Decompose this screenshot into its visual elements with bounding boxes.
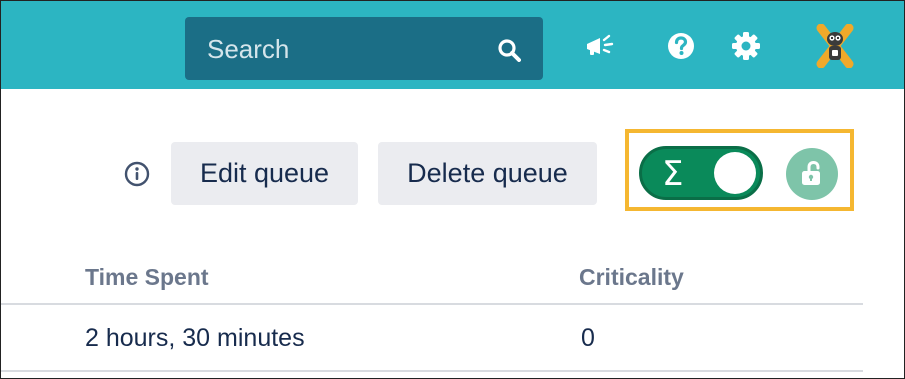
table-cell-time-spent: 2 hours, 30 minutes (85, 324, 305, 352)
unlock-button[interactable] (786, 148, 838, 200)
column-header-time-spent[interactable]: Time Spent (85, 263, 209, 291)
toggle-knob (714, 152, 756, 194)
unlock-icon (802, 160, 820, 185)
megaphone-icon[interactable] (584, 30, 616, 62)
top-navigation-bar: Search (1, 1, 904, 89)
gear-icon[interactable] (730, 30, 762, 62)
sigma-icon: Σ (662, 154, 684, 194)
avatar-icon[interactable] (815, 24, 855, 68)
app-frame: Search Edit queue Delete queue Σ Time Sp… (0, 0, 905, 379)
search-placeholder: Search (207, 34, 290, 64)
delete-queue-button[interactable]: Delete queue (378, 142, 597, 205)
sum-toggle[interactable]: Σ (639, 146, 763, 200)
table-header-divider (1, 303, 863, 305)
search-input[interactable]: Search (185, 17, 543, 80)
search-icon[interactable] (497, 38, 521, 62)
help-icon[interactable] (665, 30, 697, 62)
column-header-criticality[interactable]: Criticality (579, 263, 684, 291)
table-cell-criticality: 0 (581, 324, 595, 352)
info-icon[interactable] (124, 161, 150, 187)
table-row-divider (1, 370, 863, 372)
edit-queue-button[interactable]: Edit queue (171, 142, 358, 205)
